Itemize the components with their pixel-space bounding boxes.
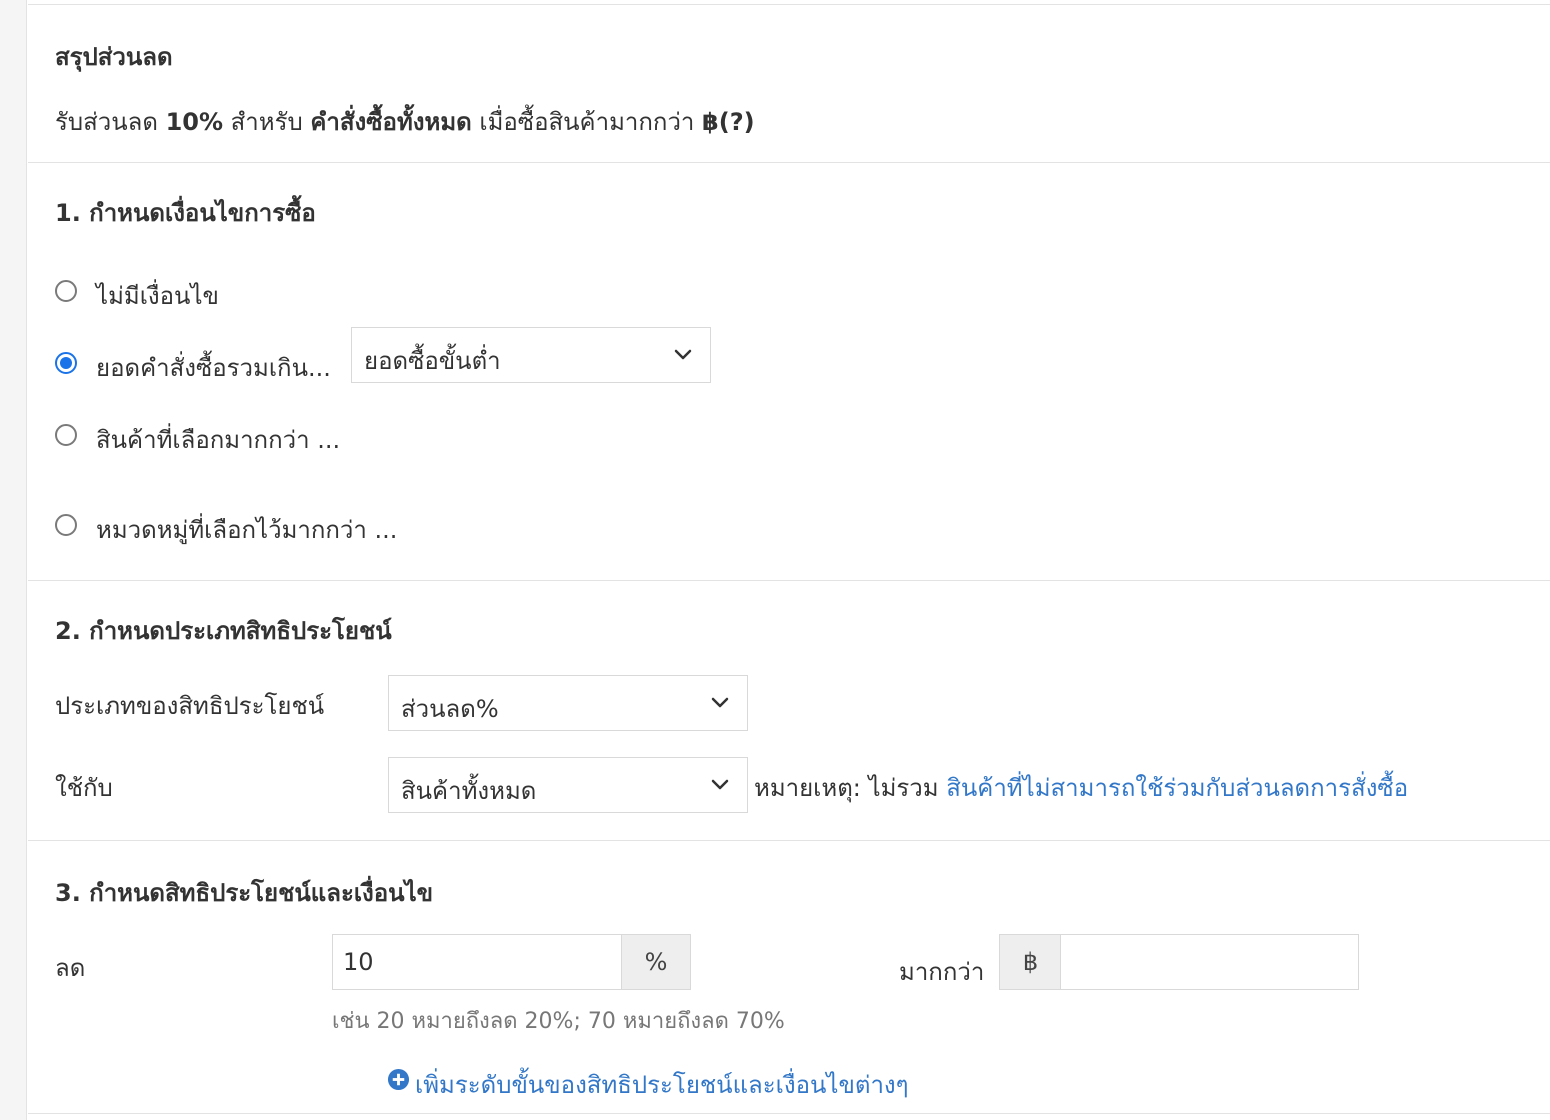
section3-title: 3. กำหนดสิทธิประโยชน์และเงื่อนไข <box>55 879 434 907</box>
purchase-condition-section: 1. กำหนดเงื่อนไขการซื้อ ไม่มีเงื่อนไข ยอ… <box>28 162 1550 581</box>
summary-section: สรุปส่วนลด รับส่วนลด 10% สำหรับ คำสั่งซื… <box>28 5 1550 163</box>
radio-label: ยอดคำสั่งซื้อรวมเกิน... <box>96 354 331 382</box>
chevron-down-icon <box>674 349 692 360</box>
discount-hint: เช่น 20 หมายถึงลด 20%; 70 หมายถึงลด 70% <box>332 1009 785 1034</box>
radio-button[interactable] <box>55 352 77 374</box>
radio-button[interactable] <box>55 514 77 536</box>
excluded-products-link[interactable]: สินค้าที่ไม่สามารถใช้ร่วมกับส่วนลดการสั่… <box>946 774 1408 802</box>
radio-label: หมวดหมู่ที่เลือกไว้มากกว่า ... <box>96 516 398 544</box>
summary-scope: คำสั่งซื้อทั้งหมด <box>310 108 472 136</box>
chevron-down-icon <box>711 779 729 790</box>
radio-button[interactable] <box>55 424 77 446</box>
apply-to-value: สินค้าทั้งหมด <box>401 777 537 805</box>
summary-text: รับส่วนลด 10% สำหรับ คำสั่งซื้อทั้งหมด เ… <box>55 102 755 141</box>
condition-select[interactable]: ยอดซื้อขั้นต่ำ <box>351 327 711 383</box>
apply-to-note: หมายเหตุ: ไม่รวม สินค้าที่ไม่สามารถใช้ร่… <box>754 768 1408 807</box>
section2-title: 2. กำหนดประเภทสิทธิประโยชน์ <box>55 617 392 645</box>
summary-text-part: เมื่อซื้อสินค้ามากกว่า <box>471 108 703 136</box>
more-than-label: มากกว่า <box>899 958 985 986</box>
condition-select-value: ยอดซื้อขั้นต่ำ <box>364 347 501 375</box>
radio-label: สินค้าที่เลือกมากกว่า ... <box>96 426 341 454</box>
summary-discount: 10% <box>165 108 224 136</box>
chevron-down-icon <box>711 697 729 708</box>
note-prefix: หมายเหตุ: ไม่รวม <box>754 774 947 802</box>
currency-addon: ฿ <box>999 934 1062 990</box>
section1-title: 1. กำหนดเงื่อนไขการซื้อ <box>55 199 316 227</box>
benefit-type-label: ประเภทของสิทธิประโยชน์ <box>55 692 325 720</box>
summary-amount: ฿(?) <box>702 108 755 136</box>
radio-button[interactable] <box>55 280 77 302</box>
summary-title: สรุปส่วนลด <box>55 43 173 71</box>
benefit-type-section: 2. กำหนดประเภทสิทธิประโยชน์ ประเภทของสิท… <box>28 580 1550 841</box>
benefit-type-select[interactable]: ส่วนลด% <box>388 675 748 731</box>
discount-label: ลด <box>55 954 86 982</box>
benefit-condition-section: 3. กำหนดสิทธิประโยชน์และเงื่อนไข ลด 10 %… <box>28 840 1550 1114</box>
radio-label: ไม่มีเงื่อนไข <box>96 282 219 310</box>
apply-to-select[interactable]: สินค้าทั้งหมด <box>388 757 748 813</box>
apply-to-label: ใช้กับ <box>55 774 113 802</box>
summary-text-part: สำหรับ <box>223 108 311 136</box>
benefit-type-value: ส่วนลด% <box>401 695 499 723</box>
summary-text-part: รับส่วนลด <box>55 108 166 136</box>
min-amount-input[interactable] <box>1060 934 1359 990</box>
discount-input[interactable]: 10 <box>332 934 623 990</box>
left-rail <box>0 0 27 1120</box>
plus-circle-icon <box>387 1068 410 1091</box>
add-tier-label: เพิ่มระดับขั้นของสิทธิประโยชน์และเงื่อนไ… <box>415 1071 909 1099</box>
percent-addon: % <box>621 934 691 990</box>
discount-input-value: 10 <box>343 948 374 976</box>
